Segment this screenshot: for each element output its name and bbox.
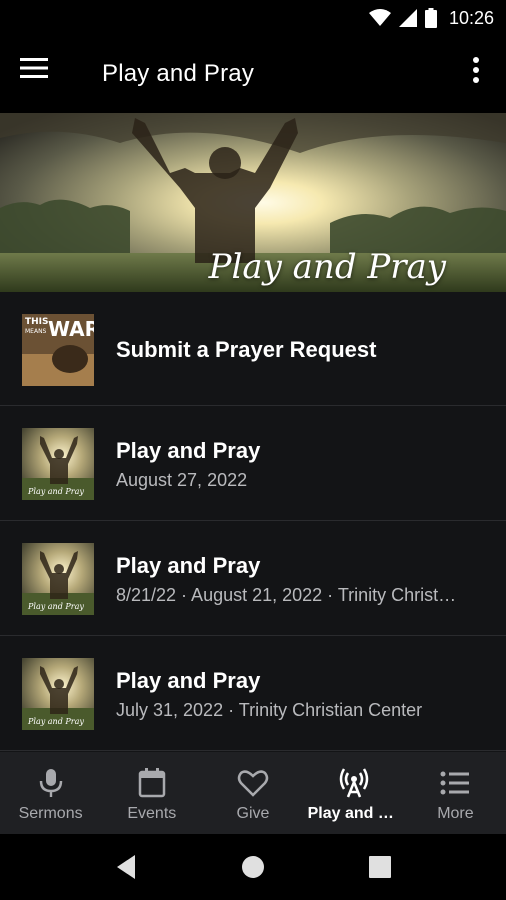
bottom-navigation: Sermons Events Give Play and Pr… More	[0, 752, 506, 834]
list-item[interactable]: Play and Pray Play and Pray 8/21/22 · Au…	[0, 521, 506, 636]
play-and-pray-thumbnail: Play and Pray	[22, 658, 94, 730]
nav-label: More	[437, 805, 474, 822]
nav-item-more[interactable]: More	[405, 752, 506, 834]
calendar-icon	[138, 768, 166, 798]
cell-signal-icon	[398, 9, 417, 27]
more-vertical-icon	[473, 57, 479, 83]
play-and-pray-thumbnail: Play and Pray	[22, 428, 94, 500]
thumb-caption: Play and Pray	[27, 602, 84, 611]
hamburger-menu-icon	[20, 58, 48, 78]
list-item-title: Play and Pray	[116, 438, 261, 463]
list-item[interactable]: Play and Pray Play and Pray August 27, 2…	[0, 406, 506, 521]
list-icon	[440, 771, 470, 795]
thumb-caption: Play and Pray	[27, 717, 84, 726]
battery-icon	[424, 8, 437, 28]
microphone-icon	[39, 769, 62, 797]
hero-banner: Play and Pray	[0, 113, 506, 292]
nav-label: Play and Pr…	[307, 805, 405, 822]
broadcast-icon	[339, 768, 369, 798]
back-icon[interactable]	[113, 853, 141, 881]
nav-item-give[interactable]: Give	[202, 752, 303, 834]
list-item-title: Play and Pray	[116, 668, 261, 693]
media-list: THIS MEANS WAR Submit a Prayer Request P…	[0, 292, 506, 751]
list-item[interactable]: Play and Pray Play and Pray July 31, 202…	[0, 636, 506, 751]
thumb-war-line3: WAR	[48, 317, 94, 341]
recents-icon[interactable]	[366, 853, 394, 881]
list-item-subtitle: August 27, 2022	[116, 470, 248, 490]
list-item-subtitle: July 31, 2022 · Trinity Christian Center	[116, 700, 423, 720]
overflow-menu-button[interactable]	[462, 56, 490, 92]
home-icon[interactable]	[239, 853, 267, 881]
list-item-title: Submit a Prayer Request	[116, 337, 377, 362]
system-navigation-bar	[0, 834, 506, 900]
thumb-war-line2: MEANS	[25, 328, 47, 335]
status-bar: 10:26	[0, 0, 506, 36]
nav-item-play-and-pray[interactable]: Play and Pr…	[304, 752, 405, 834]
thumb-war-line1: THIS	[25, 317, 49, 327]
nav-item-sermons[interactable]: Sermons	[0, 752, 101, 834]
list-item-prayer-request[interactable]: THIS MEANS WAR Submit a Prayer Request	[0, 292, 506, 406]
nav-label: Sermons	[18, 805, 83, 822]
page-title: Play and Pray	[102, 60, 255, 87]
play-and-pray-thumbnail: Play and Pray	[22, 543, 94, 615]
thumb-caption: Play and Pray	[27, 487, 84, 496]
nav-label: Give	[236, 805, 270, 822]
wifi-icon	[368, 9, 391, 26]
heart-icon	[237, 770, 269, 797]
app-bar: Play and Pray	[0, 36, 506, 113]
nav-item-events[interactable]: Events	[101, 752, 202, 834]
list-item-subtitle: 8/21/22 · August 21, 2022 · Trinity Chri…	[116, 585, 457, 605]
list-item-title: Play and Pray	[116, 553, 261, 578]
status-icons: 10:26	[368, 6, 494, 30]
menu-button[interactable]	[20, 58, 60, 90]
prayer-request-thumbnail: THIS MEANS WAR	[22, 314, 94, 386]
status-time: 10:26	[448, 7, 494, 28]
nav-label: Events	[127, 805, 177, 822]
hero-title: Play and Pray	[208, 247, 446, 287]
